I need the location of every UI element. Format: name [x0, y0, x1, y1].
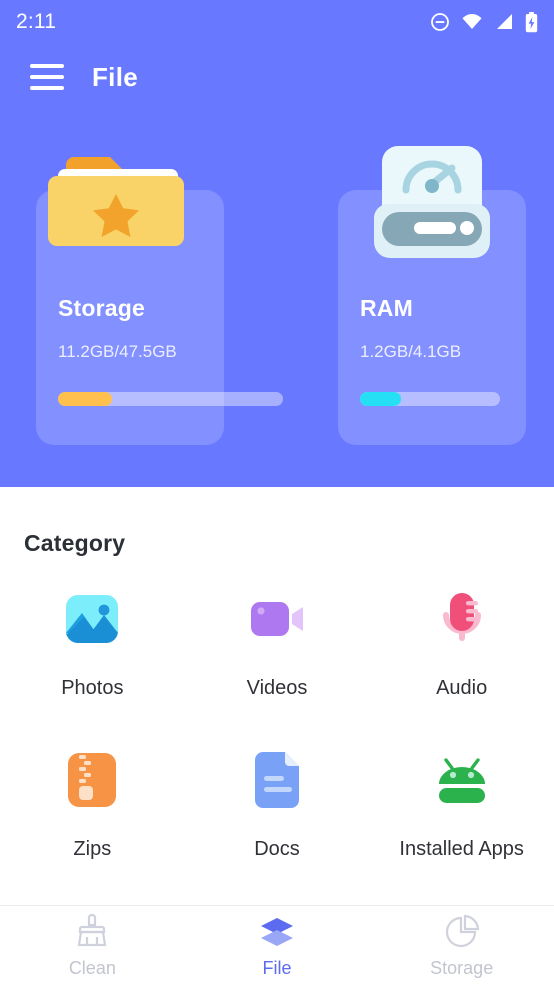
document-file-icon: [245, 748, 309, 812]
android-robot-icon: [430, 748, 494, 812]
status-bar: 2:11: [0, 0, 554, 44]
storage-progress-fill: [58, 392, 112, 406]
header-panel: 2:11 File Storage 11.2GB/47.5GB RAM 1.2G…: [0, 0, 554, 487]
photos-image-icon: [60, 587, 124, 651]
nav-label: File: [262, 957, 292, 978]
layers-icon: [258, 913, 296, 951]
category-item-audio[interactable]: Audio: [369, 587, 554, 700]
category-label: Audio: [436, 677, 488, 699]
status-bar-icons: [430, 11, 538, 33]
folder-star-icon: [40, 143, 200, 263]
nav-item-file[interactable]: File: [185, 913, 370, 979]
category-item-docs[interactable]: Docs: [185, 748, 370, 861]
dnd-icon: [430, 12, 450, 32]
bottom-navigation: Clean File Storage: [0, 905, 554, 985]
category-item-installed-apps[interactable]: Installed Apps: [369, 748, 554, 861]
app-screen: 2:11 File Storage 11.2GB/47.5GB RAM 1.2G…: [0, 0, 554, 985]
nav-item-clean[interactable]: Clean: [0, 913, 185, 979]
category-label: Zips: [73, 838, 112, 860]
wifi-icon: [461, 12, 483, 32]
status-bar-clock: 2:11: [16, 10, 57, 33]
category-label: Videos: [246, 677, 308, 699]
category-section: Category Photos Videos Audio Zips Docs I…: [0, 487, 554, 905]
videos-camcorder-icon: [245, 587, 309, 651]
category-heading: Category: [24, 530, 126, 556]
nav-item-storage[interactable]: Storage: [369, 913, 554, 979]
ram-progress-fill: [360, 392, 401, 406]
category-item-photos[interactable]: Photos: [0, 587, 185, 700]
storage-card-usage: 11.2GB/47.5GB: [58, 342, 177, 361]
broom-icon: [73, 913, 111, 951]
ram-card-usage: 1.2GB/4.1GB: [360, 342, 462, 361]
app-bar: File: [0, 44, 554, 110]
pie-chart-icon: [443, 913, 481, 951]
hard-drive-speedometer-icon: [368, 142, 496, 264]
ram-card-title: RAM: [360, 295, 413, 321]
ram-progress-track: [360, 392, 500, 406]
storage-progress-track: [58, 392, 283, 406]
nav-label: Clean: [68, 957, 116, 978]
hamburger-menu-icon[interactable]: [30, 64, 64, 90]
category-item-zips[interactable]: Zips: [0, 748, 185, 861]
zip-archive-icon: [60, 748, 124, 812]
page-title: File: [92, 61, 138, 92]
signal-icon: [494, 12, 514, 32]
category-label: Installed Apps: [399, 838, 524, 860]
category-label: Docs: [254, 838, 300, 860]
battery-charging-icon: [525, 11, 538, 33]
nav-label: Storage: [430, 957, 494, 978]
category-item-videos[interactable]: Videos: [185, 587, 370, 700]
audio-microphone-icon: [430, 587, 494, 651]
category-grid: Photos Videos Audio Zips Docs Installed …: [0, 587, 554, 861]
category-label: Photos: [61, 677, 124, 699]
storage-card-title: Storage: [58, 295, 146, 321]
